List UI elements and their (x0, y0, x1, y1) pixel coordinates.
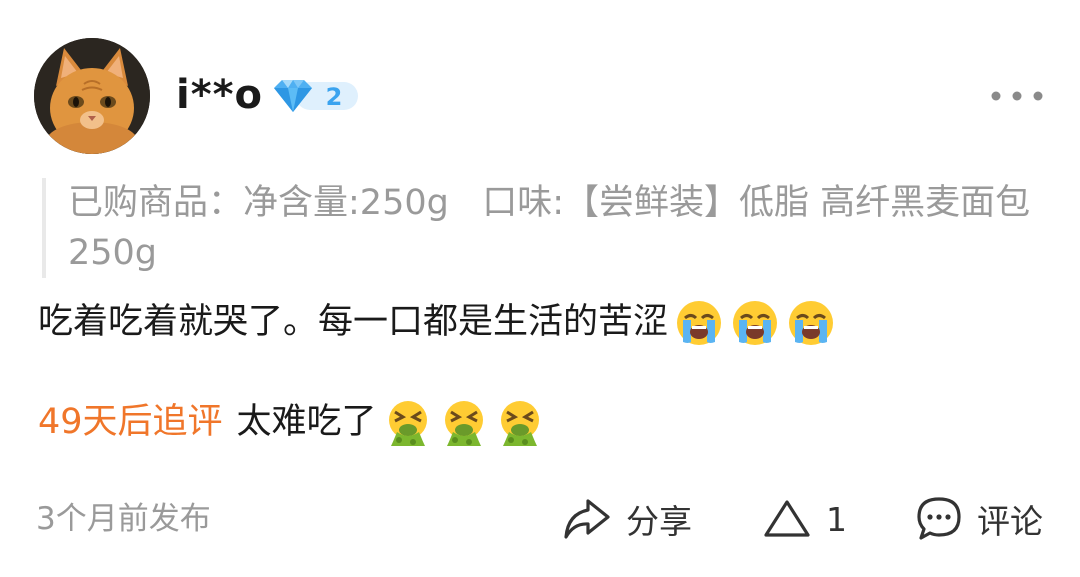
more-options-icon[interactable] (988, 86, 1046, 106)
product-prefix: 已购商品： (68, 183, 244, 223)
like-button[interactable]: 1 (762, 492, 847, 546)
share-icon (562, 497, 612, 541)
like-count: 1 (826, 499, 847, 539)
crying-face-icon (674, 298, 724, 348)
followup-text: 太难吃了 (236, 402, 377, 442)
review-text: 吃着吃着就哭了。每一口都是生活的苦涩 (38, 296, 1048, 348)
level-number: 2 (326, 83, 343, 111)
comment-bubble-icon (915, 495, 963, 543)
avatar[interactable] (34, 38, 150, 154)
post-time: 3个月前发布 (36, 501, 211, 537)
vomiting-face-icon (439, 398, 489, 448)
followup-label: 49天后追评 (38, 402, 223, 442)
like-triangle-icon (762, 497, 812, 541)
comment-button[interactable]: 评论 (915, 492, 1043, 546)
share-label: 分享 (626, 502, 692, 541)
vomiting-face-icon (495, 398, 545, 448)
purchased-product-info: 已购商品：净含量:250g 口味:【尝鲜装】低脂 高纤黑麦面包 250g (42, 178, 1058, 278)
followup-review: 49天后追评 太难吃了 (38, 396, 1048, 448)
username[interactable]: i**o (176, 70, 263, 120)
orange-cat-avatar-icon (34, 38, 150, 154)
crying-face-icon (786, 298, 836, 348)
crying-face-icon (730, 298, 780, 348)
level-badge: 2 (270, 76, 362, 116)
review-body: 吃着吃着就哭了。每一口都是生活的苦涩 (38, 302, 669, 342)
share-button[interactable]: 分享 (562, 492, 692, 546)
vomiting-face-icon (383, 398, 433, 448)
comment-label: 评论 (977, 502, 1043, 541)
